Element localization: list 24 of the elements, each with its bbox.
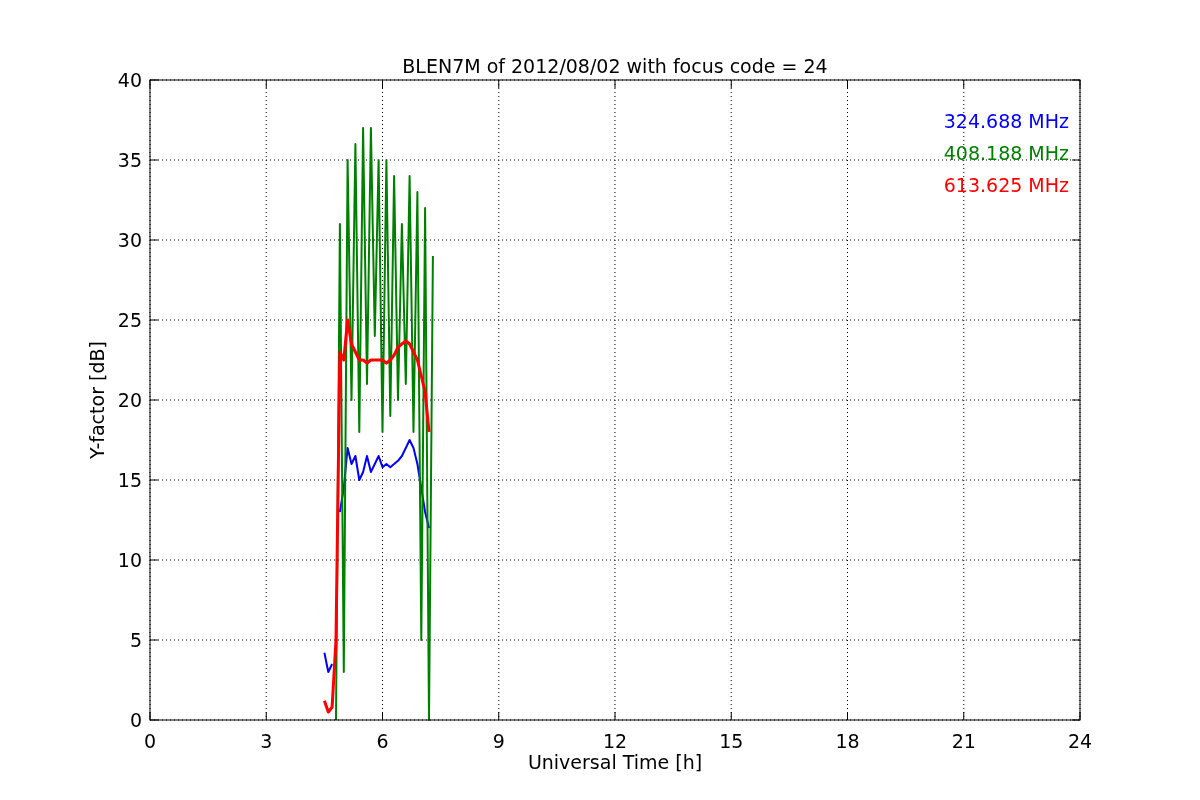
legend-label: 613.625 MHz [943, 174, 1069, 196]
legend-label: 408.188 MHz [943, 142, 1069, 164]
x-tick-label: 21 [951, 730, 976, 752]
y-tick-label: 25 [117, 309, 142, 331]
x-tick-label: 3 [260, 730, 273, 752]
x-tick-label: 0 [143, 730, 157, 752]
y-tick-label: 30 [117, 229, 142, 251]
x-tick-label: 9 [492, 730, 505, 752]
x-tick-label: 24 [1067, 730, 1093, 752]
x-axis-label: Universal Time [h] [527, 751, 703, 773]
x-tick-label: 6 [376, 730, 389, 752]
x-tick-label: 18 [835, 730, 860, 752]
y-tick-label: 20 [117, 389, 142, 411]
legend-label: 324.688 MHz [943, 110, 1069, 132]
x-tick-label: 12 [602, 730, 628, 752]
y-tick-label: 15 [117, 469, 142, 491]
y-tick-label: 10 [117, 549, 142, 571]
x-tick-label: 15 [719, 730, 744, 752]
chart-title: BLEN7M of 2012/08/02 with focus code = 24 [402, 55, 828, 77]
y-tick-label: 0 [129, 709, 142, 731]
y-axis-label: Y-factor [dB] [86, 341, 108, 459]
y-tick-label: 5 [129, 629, 142, 651]
y-tick-label: 40 [117, 69, 142, 91]
y-tick-label: 35 [117, 149, 142, 171]
